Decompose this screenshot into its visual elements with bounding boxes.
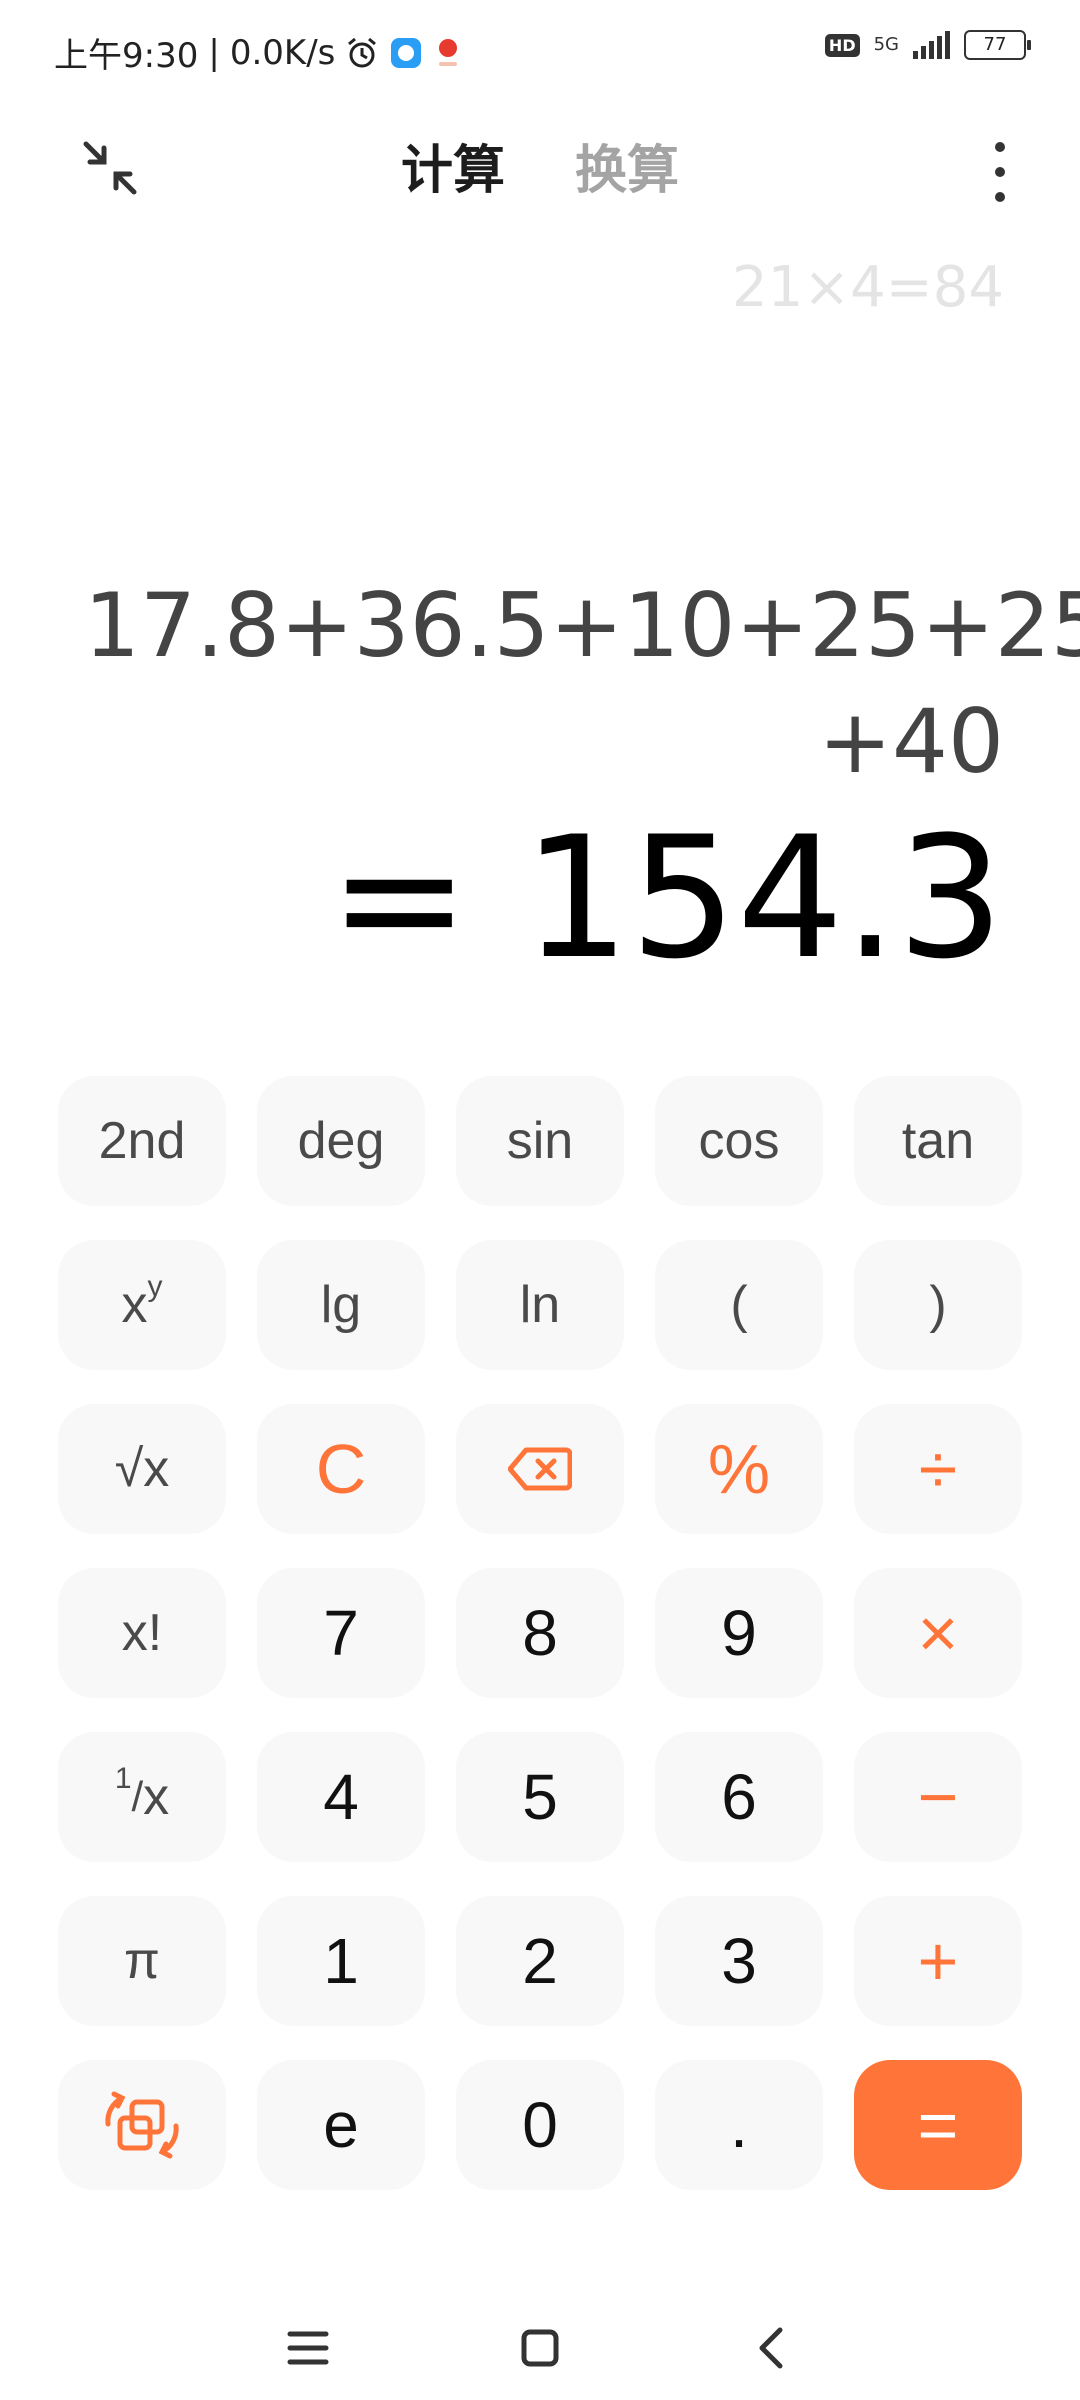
mode-tabs: 计算 换算 [0,128,1080,203]
battery-icon: 77 [964,30,1031,60]
digit-8-button[interactable]: 8 [456,1568,624,1698]
alarm-icon [345,36,379,70]
back-icon[interactable] [742,2318,802,2378]
backspace-button[interactable] [456,1404,624,1534]
net-speed: 0.0K/s [229,32,336,73]
app-notification-icon [389,36,423,70]
home-icon[interactable] [510,2318,570,2378]
switch-mode-icon [105,2091,179,2159]
menu-icon[interactable] [278,2318,338,2378]
plus-button[interactable]: + [854,1896,1022,2026]
factorial-button[interactable]: x! [58,1568,226,1698]
divide-button[interactable]: ÷ [854,1404,1022,1534]
more-options-icon[interactable] [990,142,1010,202]
tab-calculate[interactable]: 计算 [401,128,505,203]
reciprocal-slash: / [131,1773,144,1820]
deg-button[interactable]: deg [257,1076,425,1206]
expression-line-1: 17.8+36.5+10+25+25 [84,574,1080,677]
power-button[interactable]: xy [58,1240,226,1370]
e-constant-button[interactable]: e [257,2060,425,2190]
status-bar: 上午9:30 | 0.0K/s HD 5G 77 [0,0,1080,100]
open-paren-button[interactable]: ( [655,1240,823,1370]
digit-6-button[interactable]: 6 [655,1732,823,1862]
minus-button[interactable]: − [854,1732,1022,1862]
digit-9-button[interactable]: 9 [655,1568,823,1698]
second-function-button[interactable]: 2nd [58,1076,226,1206]
status-time: 上午9:30 [54,36,199,76]
history-entry[interactable]: 21×4=84 [732,255,1004,320]
keypad: 2nd deg sin cos tan xy lg ln ( ) √x C % … [58,1076,1022,2190]
network-type: 5G [873,34,899,55]
digit-4-button[interactable]: 4 [257,1732,425,1862]
digit-2-button[interactable]: 2 [456,1896,624,2026]
equals-button[interactable]: = [854,2060,1022,2190]
expression-line-2: +40 [818,690,1004,793]
tan-button[interactable]: tan [854,1076,1022,1206]
clear-button[interactable]: C [257,1404,425,1534]
percent-button[interactable]: % [655,1404,823,1534]
signal-icon [913,31,950,59]
status-right: HD 5G 77 [824,30,1031,60]
log-button[interactable]: lg [257,1240,425,1370]
result-display: = 154.3 [328,800,1004,996]
switch-mode-button[interactable] [58,2060,226,2190]
sqrt-button[interactable]: √x [58,1404,226,1534]
reciprocal-denominator: x [143,1768,170,1826]
system-nav-bar [0,2300,1080,2380]
app-header: 计算 换算 [0,110,1080,230]
cos-button[interactable]: cos [655,1076,823,1206]
ln-button[interactable]: ln [456,1240,624,1370]
backspace-icon [508,1447,572,1491]
tab-convert[interactable]: 换算 [575,128,679,203]
digit-1-button[interactable]: 1 [257,1896,425,2026]
reciprocal-button[interactable]: 1/x [58,1732,226,1862]
status-left: 上午9:30 | 0.0K/s [54,28,463,77]
reciprocal-numerator: 1 [114,1762,132,1795]
expression-display: 17.8+36.5+10+25+25 +40 [84,568,1080,800]
digit-7-button[interactable]: 7 [257,1568,425,1698]
digit-5-button[interactable]: 5 [456,1732,624,1862]
decimal-point-button[interactable]: . [655,2060,823,2190]
sin-button[interactable]: sin [456,1076,624,1206]
power-base: x [121,1276,148,1334]
status-separator: | [208,32,220,73]
digit-3-button[interactable]: 3 [655,1896,823,2026]
hd-badge: HD [824,33,860,57]
power-exponent: y [147,1270,163,1303]
multiply-button[interactable]: × [854,1568,1022,1698]
location-app-icon [433,36,463,70]
pi-button[interactable]: π [58,1896,226,2026]
close-paren-button[interactable]: ) [854,1240,1022,1370]
digit-0-button[interactable]: 0 [456,2060,624,2190]
